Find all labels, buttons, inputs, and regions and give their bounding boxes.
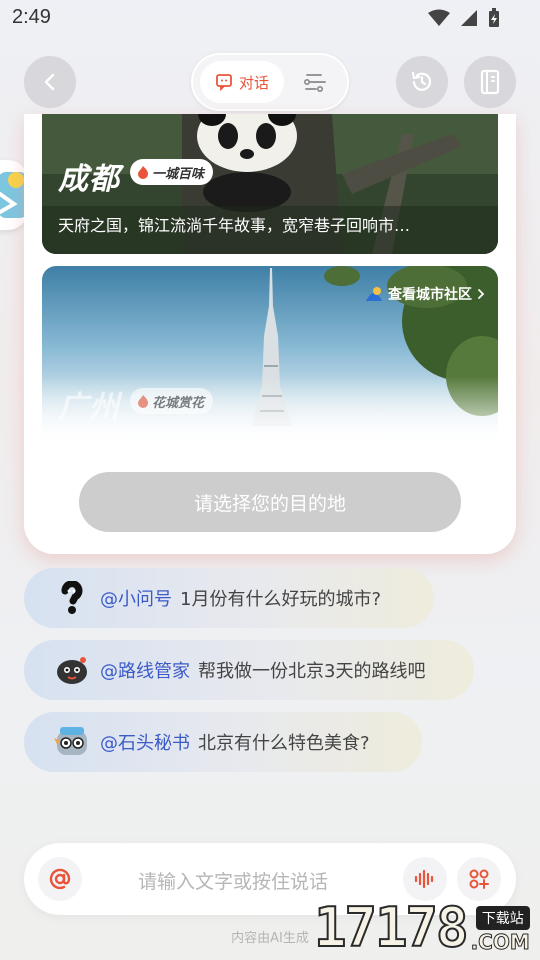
more-apps-button[interactable] — [457, 857, 501, 901]
suggestion-item[interactable]: @小问号 1月份有什么好玩的城市? — [24, 568, 434, 628]
stone-secretary-avatar-icon — [54, 727, 87, 755]
suggestion-item[interactable]: @石头秘书 北京有什么特色美食? — [24, 712, 422, 772]
voice-icon — [414, 869, 434, 889]
status-time: 2:49 — [12, 6, 51, 28]
notebook-icon — [480, 69, 500, 95]
tab-chat[interactable]: 对话 — [200, 61, 284, 103]
select-destination-button[interactable]: 请选择您的目的地 — [79, 472, 461, 532]
community-link-label: 查看城市社区 — [388, 287, 472, 303]
back-button[interactable] — [24, 56, 76, 108]
watermark-number: 17178 — [313, 896, 470, 959]
city-community-link[interactable]: 查看城市社区 — [364, 284, 486, 304]
suggestion-question: 北京有什么特色美食? — [198, 733, 370, 754]
community-icon — [366, 287, 382, 301]
city-tag-label: 花城赏花 — [152, 395, 205, 411]
flame-icon — [138, 166, 148, 179]
city-tag-guangzhou: 花城赏花 — [130, 388, 214, 414]
avatar-shitoumishu — [54, 724, 90, 760]
city-tag-chengdu: 一城百味 — [130, 159, 214, 185]
notebook-button[interactable] — [464, 56, 516, 108]
suggestion-mention: @路线管家 — [100, 661, 190, 682]
tab-route[interactable] — [299, 67, 331, 97]
flame-icon — [138, 395, 148, 408]
battery-icon — [489, 8, 499, 27]
at-icon — [49, 868, 71, 890]
mode-toggle: 对话 — [191, 53, 349, 111]
avatar-luxianguanjia — [54, 652, 90, 688]
suggestion-question: 帮我做一份北京3天的路线吧 — [198, 661, 426, 682]
signal-icon — [461, 10, 477, 26]
city-name-chengdu: 成都 — [58, 162, 120, 197]
back-icon — [44, 73, 55, 91]
route-icon — [303, 74, 326, 93]
watermark-domain: .COM — [470, 930, 530, 955]
suggestion-item[interactable]: @路线管家 帮我做一份北京3天的路线吧 — [24, 640, 474, 700]
suggestion-question: 1月份有什么好玩的城市? — [180, 589, 382, 610]
status-icons — [428, 8, 500, 28]
history-button[interactable] — [396, 56, 448, 108]
status-bar: 2:49 — [0, 0, 540, 36]
suggestion-mention: @小问号 — [100, 589, 172, 610]
history-icon — [411, 71, 432, 91]
chat-icon — [216, 74, 232, 91]
watermark-logo: 17178 下载站 .COM — [313, 896, 530, 959]
city-name-guangzhou: 广州 — [58, 390, 120, 425]
mention-button[interactable] — [38, 857, 82, 901]
chevron-right-icon — [478, 289, 485, 299]
wifi-icon — [428, 9, 450, 26]
watermark-tag: 下载站 — [475, 906, 530, 930]
route-butler-avatar-icon — [57, 657, 87, 684]
suggestion-mention: @石头秘书 — [100, 733, 190, 754]
avatar-xiaowenhao — [54, 580, 90, 616]
question-mark-avatar-icon — [61, 581, 83, 614]
city-card-guangzhou[interactable]: 查看城市社区 广州 花城赏花 — [42, 266, 498, 446]
city-description: 天府之国，锦江流淌千年故事，宽窄巷子回响市… — [58, 216, 411, 235]
tab-chat-label: 对话 — [238, 73, 269, 92]
voice-button[interactable] — [403, 857, 447, 901]
message-input[interactable]: 请输入文字或按住说话 — [138, 867, 328, 894]
destination-card: 成都 一城百味 天府之国，锦江流淌千年故事，宽窄巷子回响市… 查看城市社区 广州… — [24, 114, 516, 554]
apps-icon — [469, 869, 489, 889]
city-tag-label: 一城百味 — [152, 166, 205, 182]
top-bar: 对话 — [0, 50, 540, 114]
city-card-chengdu[interactable]: 成都 一城百味 天府之国，锦江流淌千年故事，宽窄巷子回响市… — [42, 114, 498, 254]
